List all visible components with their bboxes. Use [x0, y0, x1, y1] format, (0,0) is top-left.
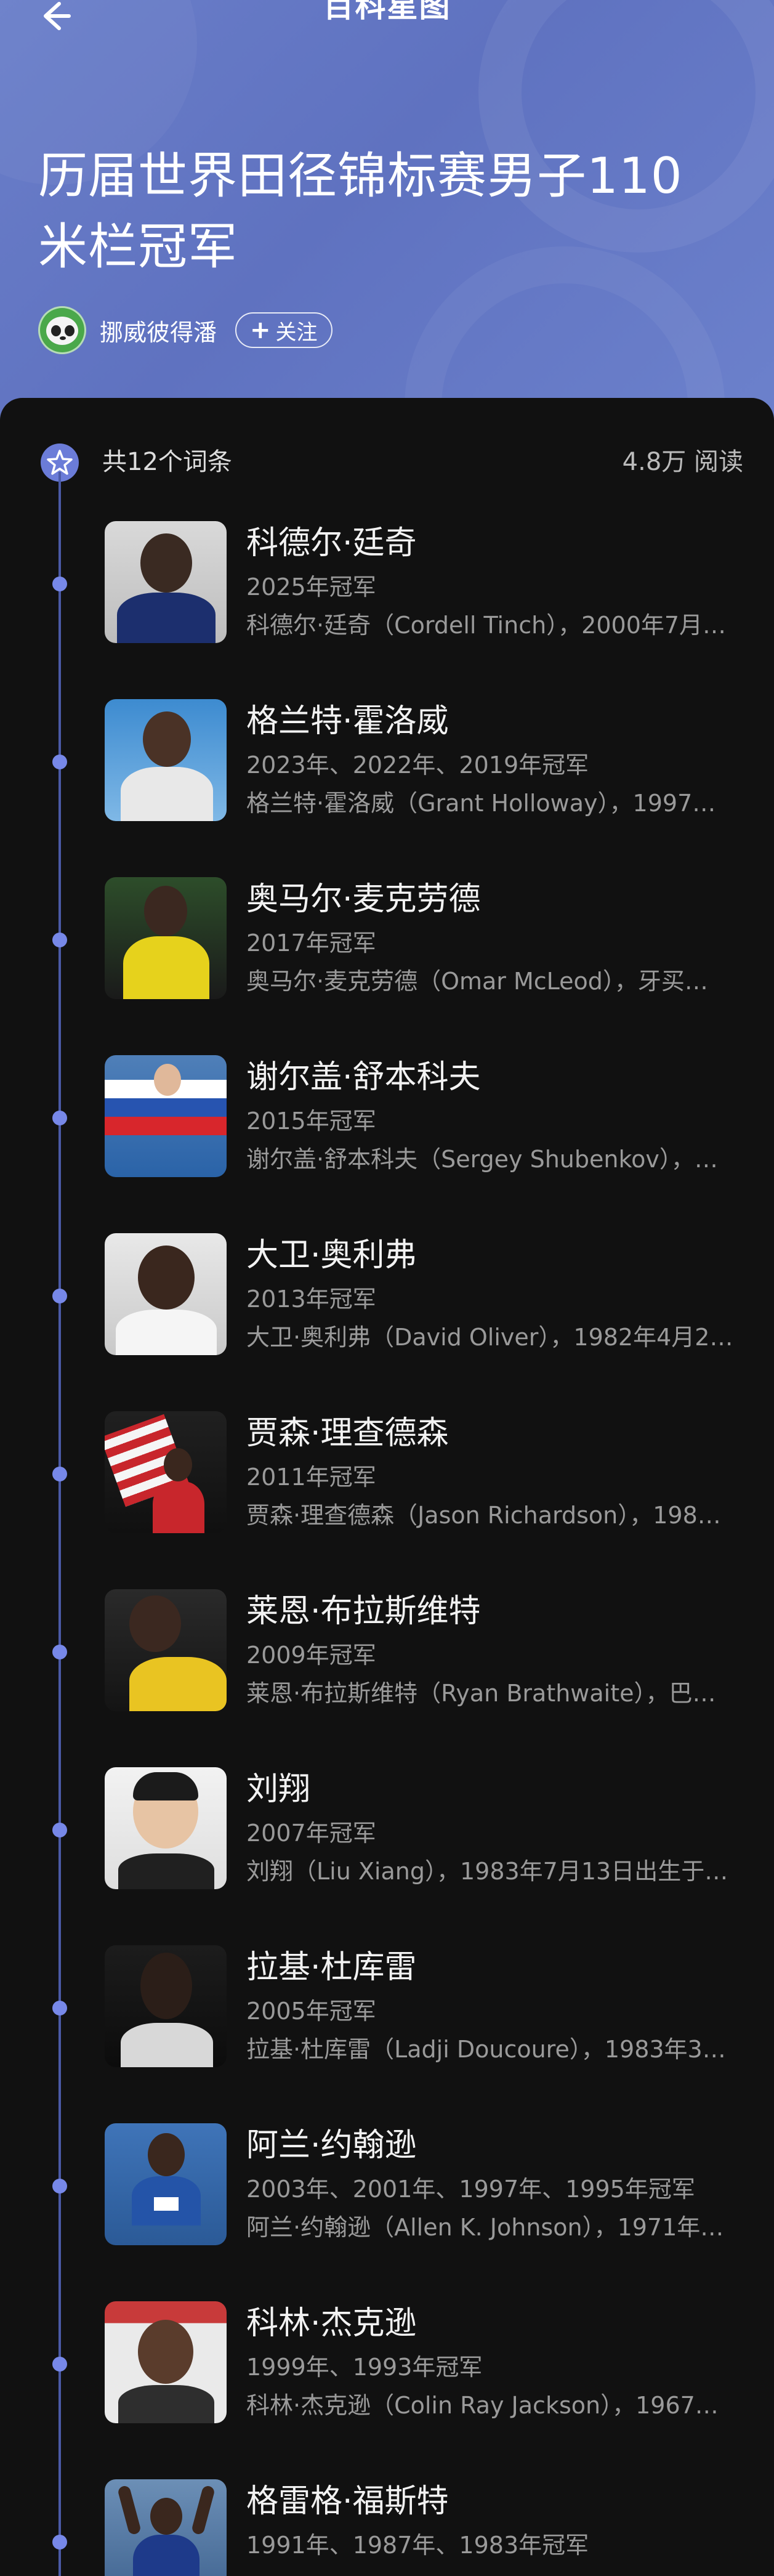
entry-name: 格兰特·霍洛威 — [246, 703, 449, 740]
entry-years: 2003年、2001年、1997年、1995年冠军 — [246, 2176, 695, 2203]
entry-years: 2023年、2022年、2019年冠军 — [246, 751, 589, 779]
entry-name: 格雷格·福斯特 — [246, 2483, 449, 2520]
entry-description: 莱恩·布拉斯维特（Ryan Brathwaite），巴… — [246, 1680, 716, 1707]
list-item[interactable]: 阿兰·约翰逊 2003年、2001年、1997年、1995年冠军 阿兰·约翰逊（… — [0, 2123, 774, 2301]
entry-years: 2007年冠军 — [246, 1820, 376, 1847]
athlete-photo — [105, 1411, 227, 1533]
entry-description: 奥马尔·麦克劳德（Omar McLeod），牙买… — [246, 968, 708, 995]
timeline-dot — [52, 2535, 67, 2550]
follow-label: 关注 — [275, 320, 318, 345]
entry-name: 刘翔 — [246, 1771, 311, 1808]
list-item[interactable]: 谢尔盖·舒本科夫 2015年冠军 谢尔盖·舒本科夫（Sergey Shubenk… — [0, 1055, 774, 1233]
list-item[interactable]: 奥马尔·麦克劳德 2017年冠军 奥马尔·麦克劳德（Omar McLeod），牙… — [0, 877, 774, 1055]
timeline-dot — [52, 1111, 67, 1125]
list-item[interactable]: 莱恩·布拉斯维特 2009年冠军 莱恩·布拉斯维特（Ryan Brathwait… — [0, 1589, 774, 1767]
entry-years: 2025年冠军 — [246, 573, 376, 601]
entry-count: 共12个词条 — [102, 448, 232, 476]
timeline-dot — [52, 577, 67, 591]
entry-name: 谢尔盖·舒本科夫 — [246, 1059, 481, 1096]
page-title: 历届世界田径锦标赛男子110米栏冠军 — [38, 147, 683, 275]
view-count: 4.8万 阅读 — [622, 448, 743, 476]
timeline-dot — [52, 1467, 67, 1481]
entry-description: 大卫·奥利弗（David Oliver），1982年4月2… — [246, 1324, 733, 1351]
entry-description: 科德尔·廷奇（Cordell Tinch），2000年7月… — [246, 612, 727, 639]
list-item[interactable]: 贾森·理查德森 2011年冠军 贾森·理查德森（Jason Richardson… — [0, 1411, 774, 1589]
author-row: 挪威彼得潘 + 关注 — [38, 306, 333, 355]
plus-icon: + — [250, 316, 271, 344]
entry-description: 格兰特·霍洛威（Grant Holloway），1997… — [246, 790, 716, 817]
timeline-dot — [52, 1645, 67, 1659]
entry-years: 2011年冠军 — [246, 1464, 376, 1491]
list-item[interactable]: 科林·杰克逊 1999年、1993年冠军 科林·杰克逊（Colin Ray Ja… — [0, 2301, 774, 2479]
entry-description: 科林·杰克逊（Colin Ray Jackson），1967… — [246, 2392, 719, 2419]
avatar[interactable] — [38, 306, 86, 354]
timeline-dot — [52, 1823, 67, 1837]
list-item[interactable]: 科德尔·廷奇 2025年冠军 科德尔·廷奇（Cordell Tinch），200… — [0, 521, 774, 699]
entry-years: 2015年冠军 — [246, 1108, 376, 1135]
timeline-dot — [52, 1289, 67, 1303]
athlete-photo — [105, 1767, 227, 1889]
header: 百科星图 历届世界田径锦标赛男子110米栏冠军 挪威彼得潘 + 关注 — [0, 0, 774, 431]
follow-button[interactable]: + 关注 — [235, 312, 333, 348]
athlete-photo — [105, 1055, 227, 1177]
entry-years: 2005年冠军 — [246, 1998, 376, 2025]
entry-description: 贾森·理查德森（Jason Richardson），198… — [246, 1502, 721, 1529]
entry-years: 1999年、1993年冠军 — [246, 2354, 483, 2381]
list-item[interactable]: 格兰特·霍洛威 2023年、2022年、2019年冠军 格兰特·霍洛威（Gran… — [0, 699, 774, 877]
entry-years: 2009年冠军 — [246, 1642, 376, 1669]
timeline-dot — [52, 2001, 67, 2015]
entry-name: 贾森·理查德森 — [246, 1415, 449, 1452]
timeline-dot — [52, 755, 67, 769]
entry-years: 1991年、1987年、1983年冠军 — [246, 2532, 589, 2559]
author-name[interactable]: 挪威彼得潘 — [100, 314, 217, 347]
athlete-photo — [105, 1233, 227, 1355]
entry-name: 奥马尔·麦克劳德 — [246, 881, 481, 918]
list-item[interactable]: 拉基·杜库雷 2005年冠军 拉基·杜库雷（Ladji Doucoure），19… — [0, 1945, 774, 2123]
entry-name: 莱恩·布拉斯维特 — [246, 1593, 481, 1630]
athlete-photo — [105, 521, 227, 643]
entry-name: 大卫·奥利弗 — [246, 1237, 417, 1274]
list-item[interactable]: 刘翔 2007年冠军 刘翔（Liu Xiang），1983年7月13日出生于… — [0, 1767, 774, 1945]
summary-row: 共12个词条 4.8万 阅读 — [0, 437, 774, 487]
entry-name: 拉基·杜库雷 — [246, 1949, 417, 1986]
athlete-photo — [105, 1945, 227, 2067]
entry-description: 拉基·杜库雷（Ladji Doucoure），1983年3… — [246, 2036, 726, 2063]
entry-description: 刘翔（Liu Xiang），1983年7月13日出生于… — [246, 1858, 728, 1885]
entry-description: 阿兰·约翰逊（Allen K. Johnson），1971年… — [246, 2214, 724, 2241]
timeline-dot — [52, 2357, 67, 2371]
entries-panel: 共12个词条 4.8万 阅读 科德尔·廷奇 2025年冠军 科德尔·廷奇（Cor… — [0, 398, 774, 2576]
entry-years: 2017年冠军 — [246, 930, 376, 957]
entry-description: 谢尔盖·舒本科夫（Sergey Shubenkov），… — [246, 1146, 718, 1173]
athlete-photo — [105, 2123, 227, 2245]
entry-name: 科德尔·廷奇 — [246, 525, 417, 562]
timeline-dot — [52, 2179, 67, 2193]
athlete-photo — [105, 699, 227, 821]
entry-name: 阿兰·约翰逊 — [246, 2127, 417, 2164]
timeline-dot — [52, 933, 67, 947]
athlete-photo — [105, 1589, 227, 1711]
entry-years: 2013年冠军 — [246, 1286, 376, 1313]
entry-name: 科林·杰克逊 — [246, 2305, 417, 2342]
athlete-photo — [105, 2479, 227, 2576]
nav-title: 百科星图 — [323, 0, 451, 24]
list-item[interactable]: 格雷格·福斯特 1991年、1987年、1983年冠军 — [0, 2479, 774, 2576]
athlete-photo — [105, 877, 227, 999]
list-item[interactable]: 大卫·奥利弗 2013年冠军 大卫·奥利弗（David Oliver），1982… — [0, 1233, 774, 1411]
athlete-photo — [105, 2301, 227, 2423]
